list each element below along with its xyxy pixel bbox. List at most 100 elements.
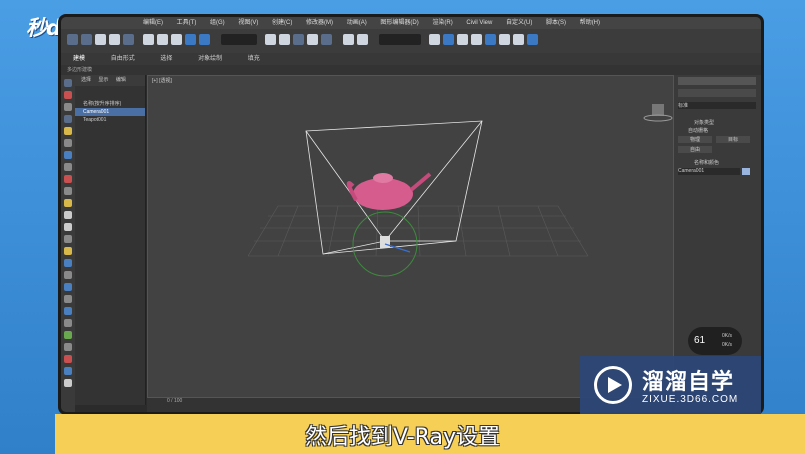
subtitle: 然后找到V-Ray设置 xyxy=(304,425,500,450)
tab-selection[interactable]: 选择 xyxy=(160,56,172,62)
named-selection-dropdown[interactable] xyxy=(379,34,421,45)
tool-icon[interactable] xyxy=(64,151,72,159)
auto-grid-checkbox[interactable]: 自动栅格 xyxy=(688,127,708,134)
scene-tab-edit[interactable]: 编辑 xyxy=(116,77,126,83)
tool-icon[interactable] xyxy=(64,295,72,303)
menu-item-scripting[interactable]: 脚本(S) xyxy=(546,20,566,26)
create-type-icons[interactable] xyxy=(678,89,756,97)
tool-icon[interactable] xyxy=(64,163,72,171)
tool-icon[interactable] xyxy=(64,307,72,315)
column-header[interactable]: 名称(按升序排序) xyxy=(75,100,145,108)
menu-item-modifiers[interactable]: 修改器(M) xyxy=(306,20,333,26)
free-camera-button[interactable]: 自由 xyxy=(678,146,712,153)
rollout-name-color[interactable]: 名称和颜色 xyxy=(694,159,719,166)
tool-icon[interactable] xyxy=(64,79,72,87)
tool-icon[interactable] xyxy=(64,379,72,387)
snap-icon[interactable] xyxy=(279,34,290,45)
schematic-icon[interactable] xyxy=(471,34,482,45)
tool-icon[interactable] xyxy=(64,223,72,231)
tool-icon[interactable] xyxy=(64,343,72,351)
tab-modeling[interactable]: 建模 xyxy=(73,56,85,62)
tool-icon[interactable] xyxy=(64,259,72,267)
render-frame-icon[interactable] xyxy=(513,34,524,45)
move-icon[interactable] xyxy=(185,34,196,45)
bind-icon[interactable] xyxy=(123,34,134,45)
tab-object-paint[interactable]: 对象绘制 xyxy=(198,56,222,62)
scene-explorer-tabs: 选择 显示 编辑 xyxy=(75,75,145,86)
scene-tab-display[interactable]: 显示 xyxy=(98,77,108,83)
list-item-camera[interactable]: Camera001 xyxy=(75,108,145,116)
tool-icon[interactable] xyxy=(64,331,72,339)
tab-populate[interactable]: 填充 xyxy=(248,56,260,62)
render-setup-icon[interactable] xyxy=(499,34,510,45)
menu-item-animation[interactable]: 动画(A) xyxy=(347,20,367,26)
perspective-viewport[interactable]: [+] [透视] xyxy=(147,75,674,398)
name-field[interactable]: Camera001 xyxy=(678,168,740,175)
tool-icon[interactable] xyxy=(64,199,72,207)
tab-freeform[interactable]: 自由形式 xyxy=(111,56,135,62)
menu-item-customize[interactable]: 自定义(U) xyxy=(506,20,532,26)
list-item-teapot[interactable]: Teapot001 xyxy=(75,116,145,124)
unlink-icon[interactable] xyxy=(109,34,120,45)
tool-icon[interactable] xyxy=(64,367,72,375)
view-dropdown[interactable] xyxy=(221,34,257,45)
tool-icon[interactable] xyxy=(64,211,72,219)
main-toolbar xyxy=(61,29,761,54)
tool-icon[interactable] xyxy=(64,115,72,123)
target-camera-button[interactable]: 目标 xyxy=(716,136,750,143)
grid xyxy=(247,205,589,257)
menu-item-group[interactable]: 组(G) xyxy=(210,20,225,26)
mirror-icon[interactable] xyxy=(343,34,354,45)
undo-icon[interactable] xyxy=(67,34,78,45)
menu-item-civil-view[interactable]: Civil View xyxy=(466,20,492,26)
tool-icon[interactable] xyxy=(64,283,72,291)
material-editor-icon[interactable] xyxy=(485,34,496,45)
percent-snap-icon[interactable] xyxy=(307,34,318,45)
menu-item-rendering[interactable]: 渲染(R) xyxy=(432,20,452,26)
scene-tab-select[interactable]: 选择 xyxy=(81,77,91,83)
tool-icon[interactable] xyxy=(64,271,72,279)
category-dropdown[interactable]: 标准 xyxy=(678,102,756,109)
viewcube-icon xyxy=(643,104,673,122)
layer-icon[interactable] xyxy=(443,34,454,45)
select-icon[interactable] xyxy=(143,34,154,45)
color-swatch[interactable] xyxy=(742,168,750,175)
physical-camera-button[interactable]: 物理 xyxy=(678,136,712,143)
tool-icon[interactable] xyxy=(64,247,72,255)
tool-icon[interactable] xyxy=(64,187,72,195)
tool-icon[interactable] xyxy=(64,91,72,99)
scene-explorer-icon[interactable] xyxy=(429,34,440,45)
upload-speed: 0K/s xyxy=(722,333,733,339)
select-by-name-icon[interactable] xyxy=(157,34,168,45)
watermark-title: 溜溜自学 xyxy=(642,370,735,395)
rotate-icon[interactable] xyxy=(199,34,210,45)
command-panel-tabs[interactable] xyxy=(678,77,756,85)
performance-gauge: 61 0K/s 0K/s xyxy=(688,327,742,355)
menu-item-graph-editors[interactable]: 图形编辑器(D) xyxy=(380,20,418,26)
tool-icon[interactable] xyxy=(64,355,72,363)
link-icon[interactable] xyxy=(95,34,106,45)
menu-item-view[interactable]: 视图(V) xyxy=(238,20,258,26)
download-speed: 0K/s xyxy=(722,342,733,348)
spinner-snap-icon[interactable] xyxy=(321,34,332,45)
menu-item-help[interactable]: 帮助(H) xyxy=(580,20,600,26)
pivot-icon[interactable] xyxy=(265,34,276,45)
rect-select-icon[interactable] xyxy=(171,34,182,45)
tool-icon[interactable] xyxy=(64,175,72,183)
redo-icon[interactable] xyxy=(81,34,92,45)
rollout-object-type[interactable]: 对象类型 xyxy=(694,119,714,126)
tool-icon[interactable] xyxy=(64,139,72,147)
menu-item-edit[interactable]: 编辑(E) xyxy=(143,20,163,26)
align-icon[interactable] xyxy=(357,34,368,45)
curve-editor-icon[interactable] xyxy=(457,34,468,45)
angle-snap-icon[interactable] xyxy=(293,34,304,45)
menu-item-tools[interactable]: 工具(T) xyxy=(177,20,197,26)
tool-icon[interactable] xyxy=(64,127,72,135)
tool-icon[interactable] xyxy=(64,103,72,111)
tool-icon[interactable] xyxy=(64,235,72,243)
watermark-url: ZIXUE.3D66.COM xyxy=(642,394,739,405)
render-icon[interactable] xyxy=(527,34,538,45)
tool-icon[interactable] xyxy=(64,319,72,327)
menu-item-create[interactable]: 创建(C) xyxy=(272,20,292,26)
gauge-value: 61 xyxy=(694,335,706,346)
